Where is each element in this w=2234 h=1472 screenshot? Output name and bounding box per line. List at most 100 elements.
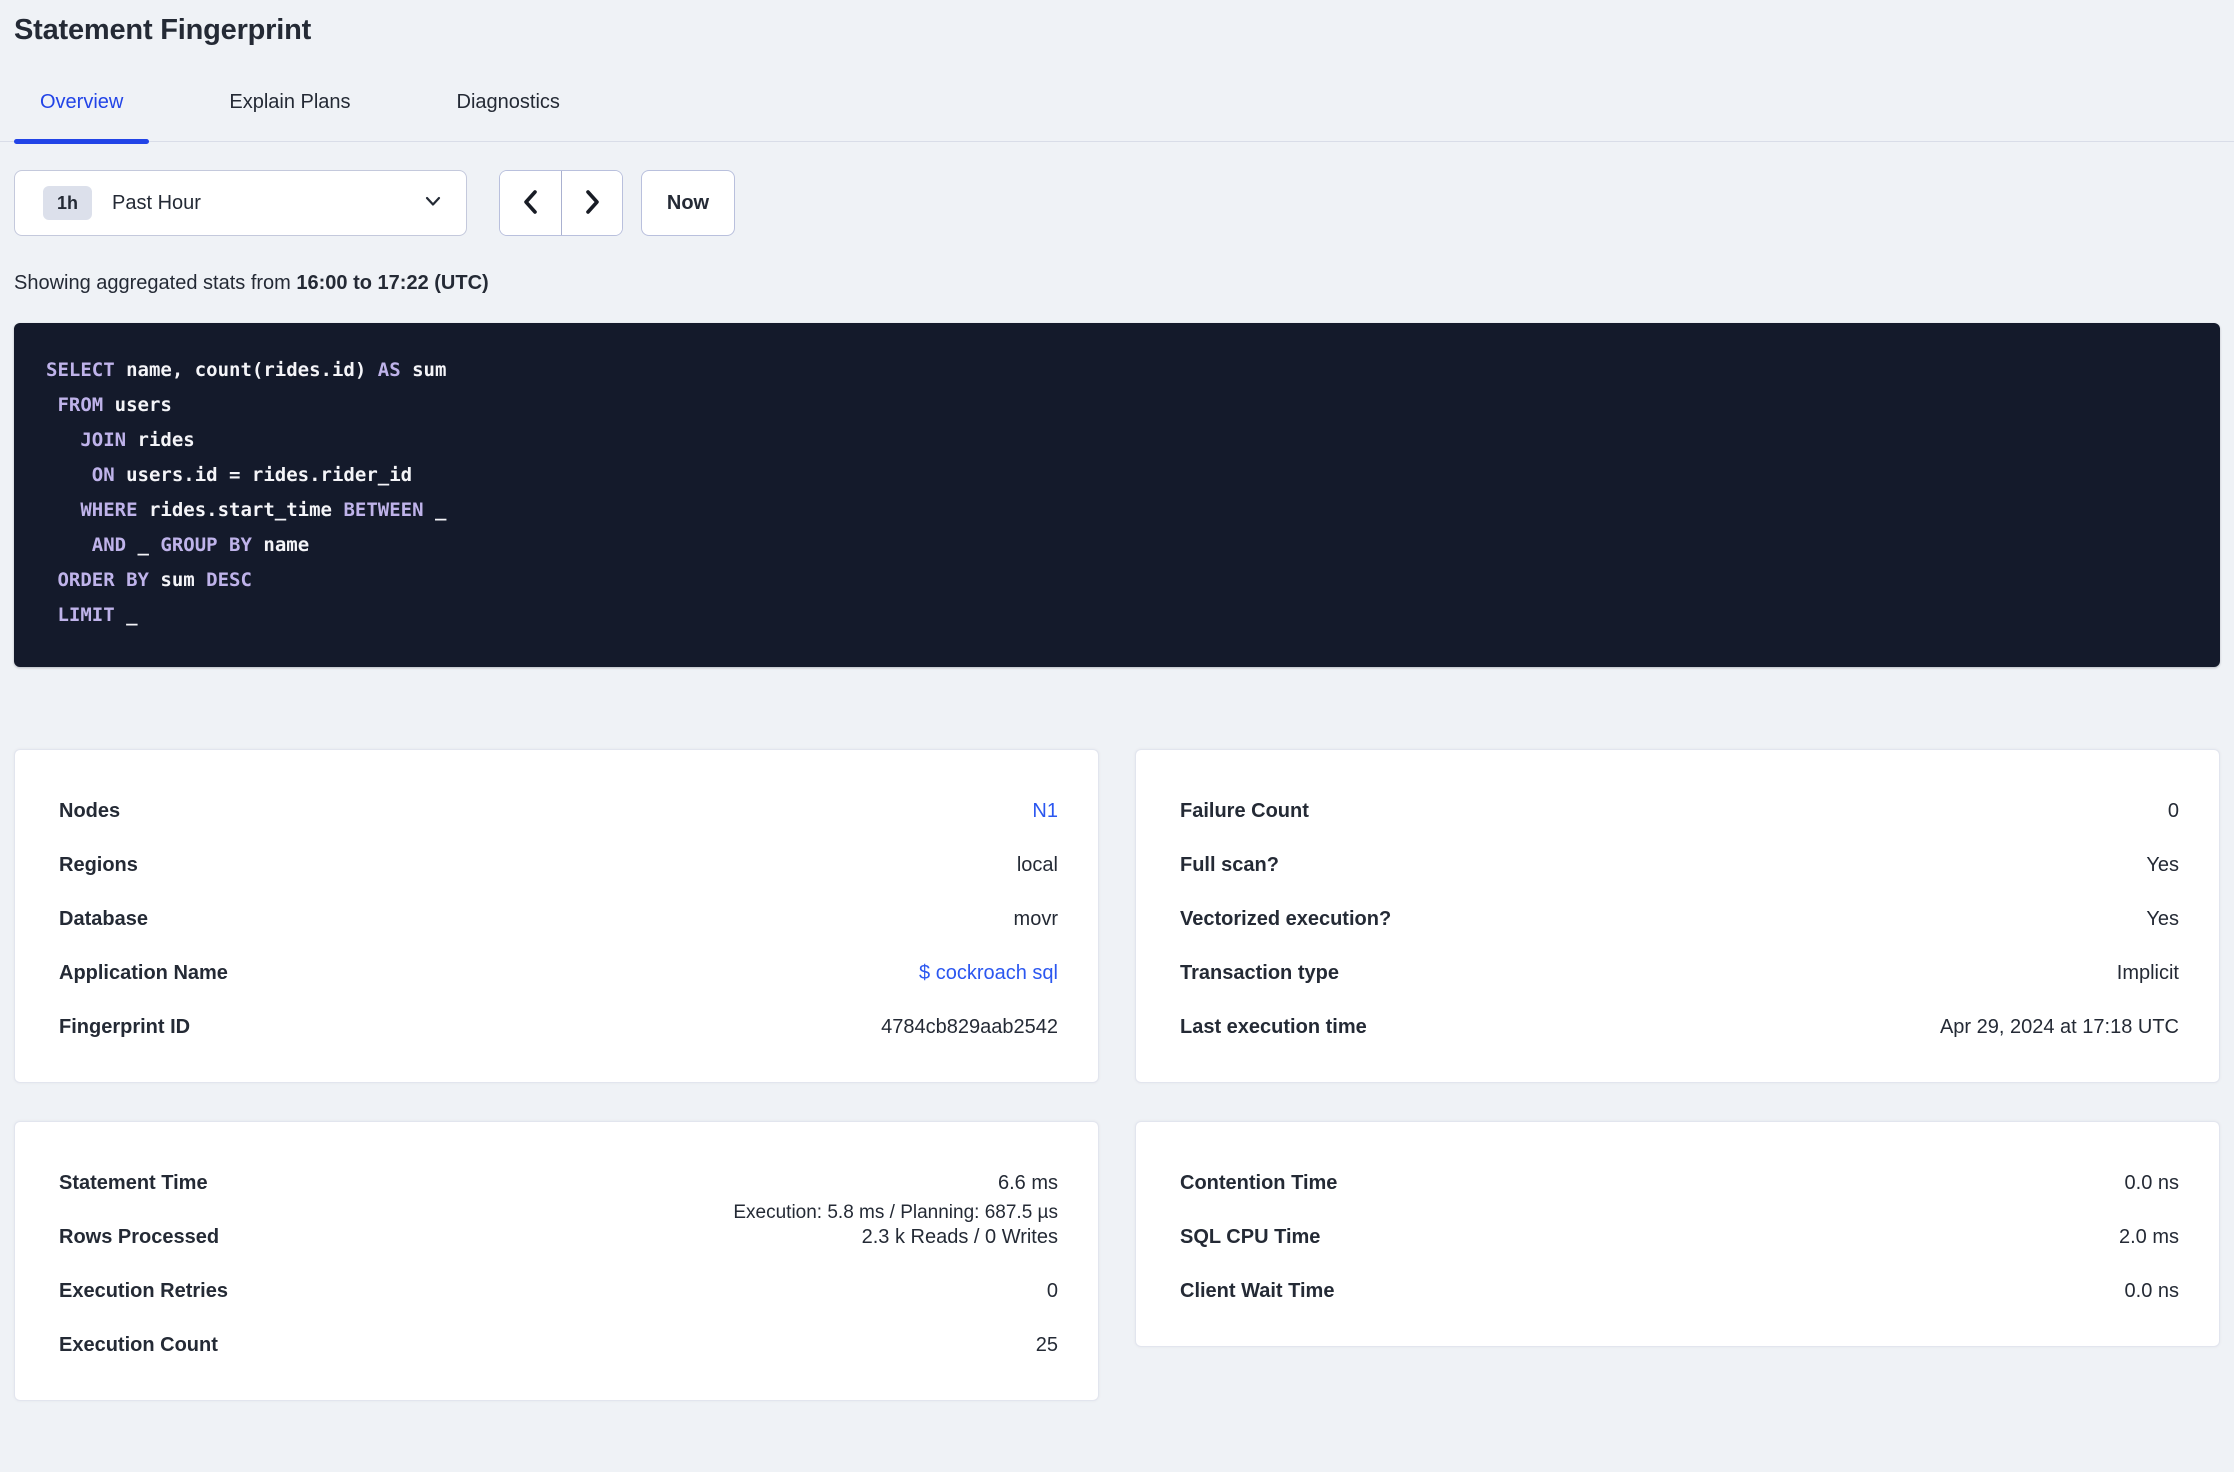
card-row: Transaction type Implicit <box>1180 962 2179 1016</box>
sql-keyword: AS <box>377 359 401 381</box>
sql-text: _ <box>114 604 138 626</box>
row-value: 2.3 k Reads / 0 Writes <box>861 1226 1058 1248</box>
row-value-wrap: 25 <box>1036 1334 1058 1357</box>
row-value-wrap: 0 <box>2168 800 2179 823</box>
now-button[interactable]: Now <box>641 170 735 236</box>
row-label: SQL CPU Time <box>1180 1226 1321 1248</box>
row-value: 25 <box>1035 1334 1058 1356</box>
row-label: Database <box>59 908 148 930</box>
row-value-wrap: N1 <box>1032 800 1058 823</box>
row-label: Failure Count <box>1180 800 1309 822</box>
row-label: Fingerprint ID <box>59 1016 191 1038</box>
row-subvalue: Execution: 5.8 ms / Planning: 687.5 µs <box>733 1202 1058 1223</box>
row-label: Client Wait Time <box>1180 1280 1335 1302</box>
time-range-label: Past Hour <box>112 191 201 214</box>
row-value-wrap: 4784cb829aab2542 <box>881 1016 1058 1039</box>
row-value-wrap: 2.3 k Reads / 0 Writes <box>862 1226 1058 1249</box>
sql-keyword: ON <box>91 464 115 486</box>
sql-keyword: BETWEEN <box>343 499 424 521</box>
row-value-wrap: Apr 29, 2024 at 17:18 UTC <box>1940 1016 2179 1039</box>
time-step-group <box>499 170 623 236</box>
sql-text: sum <box>148 569 207 591</box>
sql-keyword: FROM <box>57 394 104 416</box>
sql-keyword: GROUP BY <box>160 534 252 556</box>
summary-card-timing-left: Statement Time 6.6 ms Execution: 5.8 ms / … <box>14 1121 1099 1401</box>
time-range-dropdown[interactable]: 1h Past Hour <box>14 170 467 236</box>
sql-text: _ <box>423 499 447 521</box>
row-label: Execution Retries <box>59 1280 228 1302</box>
row-value: 6.6 ms <box>997 1172 1058 1194</box>
card-row: Statement Time 6.6 ms Execution: 5.8 ms / … <box>59 1172 1058 1226</box>
row-value-wrap: 6.6 ms Execution: 5.8 ms / Planning: 687.… <box>733 1172 1058 1224</box>
row-value: Apr 29, 2024 at 17:18 UTC <box>1939 1016 2179 1038</box>
sql-keyword: LIMIT <box>57 604 115 626</box>
card-row: Rows Processed 2.3 k Reads / 0 Writes <box>59 1226 1058 1280</box>
card-row: Database movr <box>59 908 1058 962</box>
sql-keyword: JOIN <box>80 429 127 451</box>
row-label: Nodes <box>59 800 121 822</box>
card-row: Client Wait Time 0.0 ns <box>1180 1280 2179 1334</box>
row-value-wrap: Yes <box>2146 854 2179 877</box>
row-value-wrap: 2.0 ms <box>2119 1226 2179 1249</box>
summary-card-overview-right: Failure Count 0 Full scan? Yes Vectorized ex… <box>1135 749 2220 1083</box>
sql-keyword: WHERE <box>80 499 138 521</box>
row-label: Last execution time <box>1180 1016 1367 1038</box>
card-row: SQL CPU Time 2.0 ms <box>1180 1226 2179 1280</box>
row-value: 2.0 ms <box>2118 1226 2179 1248</box>
row-value-wrap: local <box>1017 854 1058 877</box>
row-value-link[interactable]: $ cockroach sql <box>919 962 1058 985</box>
card-row: Last execution time Apr 29, 2024 at 17:18… <box>1180 1016 2179 1070</box>
sql-keyword: DESC <box>206 569 252 591</box>
summary-card-timing-right: Contention Time 0.0 ns SQL CPU Time 2.0 ms C… <box>1135 1121 2220 1347</box>
sql-statement-box: SELECT name, count(rides.id) AS sum FROM… <box>14 323 2220 667</box>
row-value: 0 <box>1046 1280 1058 1302</box>
sql-text: name <box>251 534 310 556</box>
row-value-wrap: 0.0 ns <box>2125 1172 2179 1195</box>
next-time-button[interactable] <box>561 171 622 235</box>
tab-diagnostics[interactable]: Diagnostics <box>431 91 586 141</box>
stats-caption-range: 16:00 to 17:22 (UTC) <box>296 272 489 294</box>
row-label: Regions <box>59 854 138 876</box>
stats-caption-prefix: Showing aggregated stats from <box>14 272 297 294</box>
sql-text: rides.start_time <box>137 499 344 521</box>
card-row: Vectorized execution? Yes <box>1180 908 2179 962</box>
row-label: Contention Time <box>1180 1172 1338 1194</box>
card-row: Execution Retries 0 <box>59 1280 1058 1334</box>
summary-card-overview-left: Nodes N1 Regions local Database movr Applicati… <box>14 749 1099 1083</box>
row-label: Rows Processed <box>59 1226 220 1248</box>
row-value: 0 <box>2167 800 2179 822</box>
prev-time-button[interactable] <box>500 171 561 235</box>
tab-explain-plans[interactable]: Explain Plans <box>203 91 376 141</box>
row-value: local <box>1016 854 1058 876</box>
row-value-wrap: $ cockroach sql <box>919 962 1058 985</box>
stats-caption: Showing aggregated stats from 16:00 to 1… <box>14 272 2220 295</box>
card-row: Failure Count 0 <box>1180 800 2179 854</box>
row-value: 4784cb829aab2542 <box>881 1016 1058 1038</box>
row-value: 0.0 ns <box>2124 1172 2179 1194</box>
card-row: Regions local <box>59 854 1058 908</box>
tab-overview[interactable]: Overview <box>14 91 150 144</box>
row-value-link[interactable]: N1 <box>1032 800 1058 823</box>
sql-keyword: AND <box>91 534 127 556</box>
row-value: Implicit <box>2116 962 2179 984</box>
chevron-right-icon <box>580 188 604 219</box>
card-row: Full scan? Yes <box>1180 854 2179 908</box>
row-value: Yes <box>2146 908 2179 930</box>
row-label: Vectorized execution? <box>1180 908 1392 930</box>
card-row: Contention Time 0.0 ns <box>1180 1172 2179 1226</box>
row-value-wrap: 0.0 ns <box>2125 1280 2179 1303</box>
row-label: Statement Time <box>59 1172 208 1194</box>
card-row: Fingerprint ID 4784cb829aab2542 <box>59 1016 1058 1070</box>
sql-text: users.id = rides.rider_id <box>114 464 413 486</box>
time-controls: 1h Past Hour Now <box>14 170 2220 236</box>
sql-text: sum <box>400 359 447 381</box>
sql-text: users <box>103 394 172 416</box>
card-row: Nodes N1 <box>59 800 1058 854</box>
tab-bar: Overview Explain Plans Diagnostics <box>0 91 2234 144</box>
